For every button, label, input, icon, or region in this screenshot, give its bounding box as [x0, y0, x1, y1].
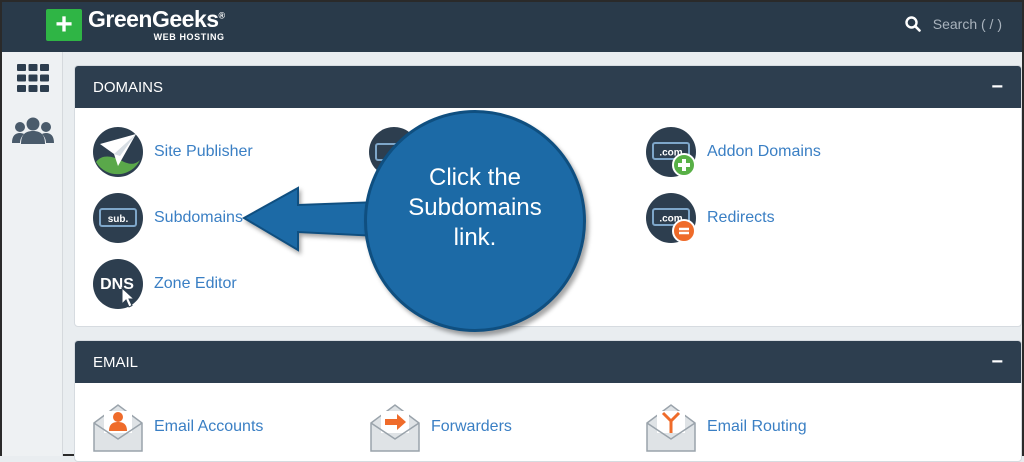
arrow-annotation — [241, 186, 379, 252]
email-accounts-link[interactable]: Email Accounts — [92, 401, 263, 453]
site-publisher-link[interactable]: Site Publisher — [92, 126, 253, 178]
top-bar: + GreenGeeks® WEB HOSTING Search ( / ) — [2, 2, 1022, 52]
registered-mark: ® — [218, 10, 226, 21]
search-bar[interactable]: Search ( / ) — [905, 16, 1002, 32]
domains-header[interactable]: DOMAINS − — [75, 66, 1021, 108]
addon-domains-label: Addon Domains — [707, 143, 821, 160]
plus-logo-icon: + — [46, 9, 82, 41]
subdomains-icon-text: sub. — [108, 214, 129, 225]
email-header[interactable]: EMAIL − — [75, 341, 1021, 383]
subdomains-link[interactable]: sub. Subdomains — [92, 192, 243, 244]
redirects-link[interactable]: .com Redirects — [645, 192, 775, 244]
zone-editor-icon: DNS — [93, 259, 143, 309]
forwarders-link[interactable]: Forwarders — [369, 401, 512, 453]
collapse-domains-button[interactable]: − — [991, 76, 1003, 99]
users-icon[interactable] — [12, 116, 54, 146]
email-title: EMAIL — [93, 353, 139, 371]
addon-domains-icon: .com — [646, 127, 696, 177]
subdomains-label: Subdomains — [154, 209, 243, 226]
redirects-icon: .com — [646, 193, 696, 243]
email-accounts-icon — [93, 404, 143, 452]
search-icon — [905, 16, 921, 32]
addon-domains-link[interactable]: .com Addon Domains — [645, 126, 821, 178]
subdomains-icon: sub. — [93, 193, 143, 243]
brand-name: GreenGeeks — [88, 6, 219, 32]
zone-editor-label: Zone Editor — [154, 275, 237, 292]
email-routing-label: Email Routing — [707, 418, 807, 435]
grid-icon[interactable] — [17, 64, 49, 92]
forwarders-label: Forwarders — [431, 418, 512, 435]
email-routing-icon — [646, 404, 696, 452]
email-accounts-label: Email Accounts — [154, 418, 264, 435]
redirects-label: Redirects — [707, 209, 775, 226]
site-publisher-icon — [93, 127, 143, 177]
collapse-email-button[interactable]: − — [991, 351, 1003, 374]
callout-text: Click the Subdomains link. — [408, 164, 542, 251]
domains-title: DOMAINS — [93, 78, 164, 96]
forwarders-icon — [370, 404, 420, 452]
callout-bubble: Click the Subdomains link. — [364, 110, 586, 332]
email-routing-link[interactable]: Email Routing — [645, 401, 807, 453]
greengeeks-logo[interactable]: + GreenGeeks® WEB HOSTING — [46, 8, 225, 42]
site-publisher-label: Site Publisher — [154, 143, 253, 160]
left-rail — [2, 52, 63, 456]
zone-editor-link[interactable]: DNS Zone Editor — [92, 258, 237, 310]
search-input[interactable]: Search ( / ) — [933, 16, 1002, 32]
zone-editor-dns-text: DNS — [100, 276, 134, 293]
brand-tagline: WEB HOSTING — [153, 32, 225, 42]
